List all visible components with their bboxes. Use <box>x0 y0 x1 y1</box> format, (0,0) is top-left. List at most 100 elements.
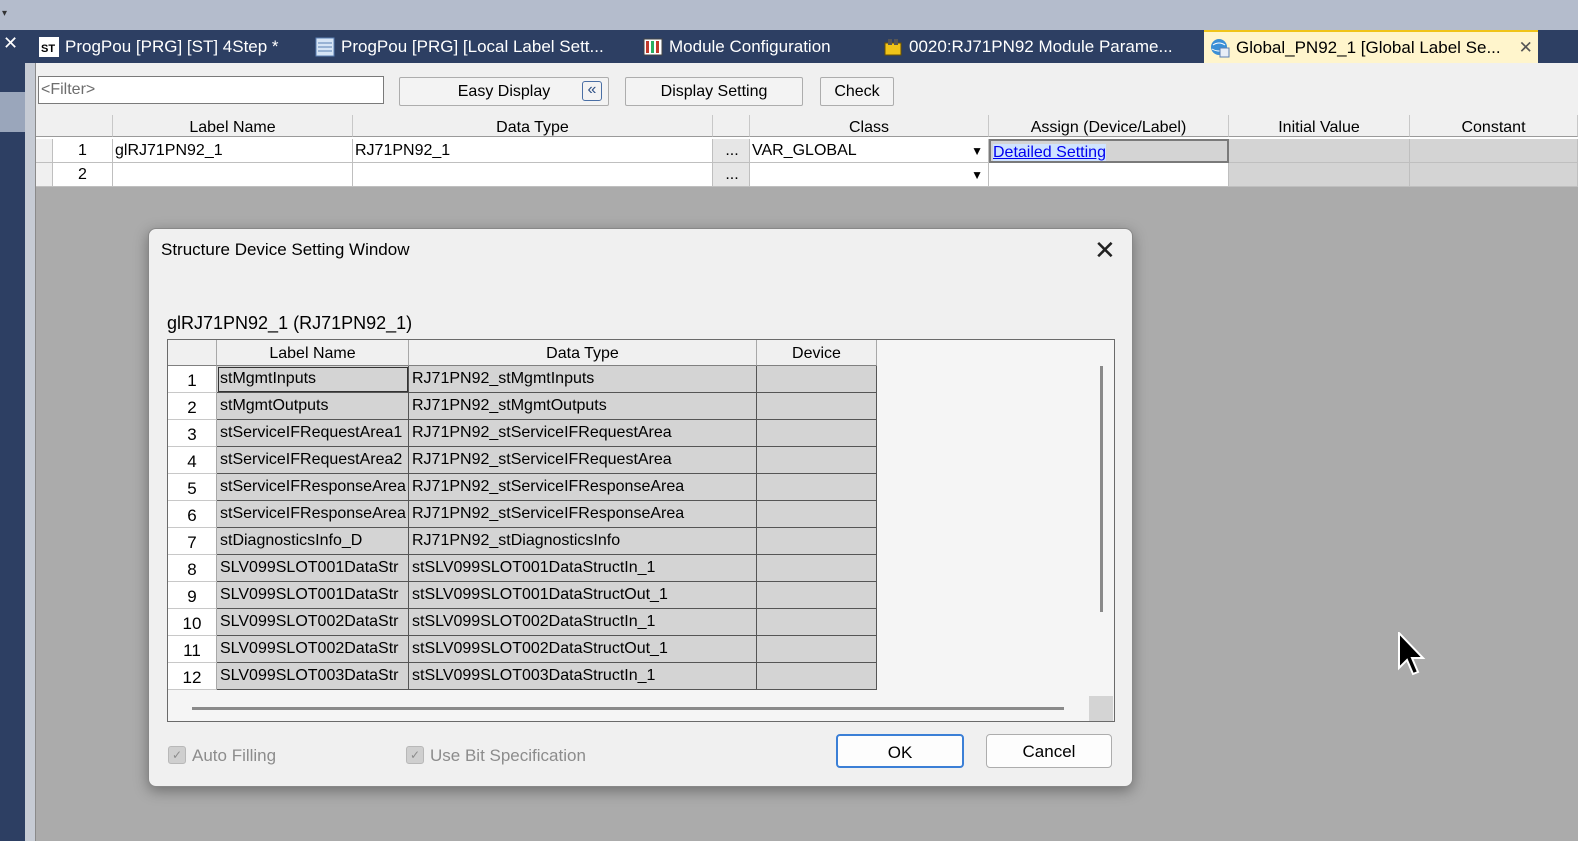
header-constant[interactable]: Constant <box>1410 115 1578 137</box>
header-data-type[interactable]: Data Type <box>353 115 713 137</box>
dropdown-arrow-icon[interactable]: ▾ <box>2 8 16 28</box>
cell-label-name[interactable]: stServiceIFRequestArea1 <box>217 420 409 447</box>
cell-label-name[interactable]: SLV099SLOT002DataStr <box>217 636 409 663</box>
cell-device[interactable] <box>757 501 877 528</box>
cell-data-type[interactable]: stSLV099SLOT001DataStructIn_1 <box>409 555 757 582</box>
tab-global-label[interactable]: Global_PN92_1 [Global Label Se... ✕ <box>1204 30 1538 63</box>
easy-display-button[interactable]: Easy Display « <box>399 77 609 106</box>
mouse-cursor-icon <box>1398 632 1426 676</box>
cancel-button[interactable]: Cancel <box>986 734 1112 768</box>
tab-module-parameter[interactable]: 0020:RJ71PN92 Module Parame... <box>883 30 1173 63</box>
dropdown-arrow-icon[interactable]: ▼ <box>971 139 983 162</box>
browse-button[interactable]: ... <box>713 163 750 187</box>
cell-data-type[interactable]: RJ71PN92_stServiceIFRequestArea <box>409 447 757 474</box>
tab-label: ProgPou [PRG] [Local Label Sett... <box>341 37 604 56</box>
cell-assign[interactable] <box>989 163 1229 187</box>
cell-device[interactable] <box>757 393 877 420</box>
cell-label-name[interactable]: stServiceIFResponseArea <box>217 501 409 528</box>
tab-label: 0020:RJ71PN92 Module Parame... <box>909 37 1173 56</box>
cell-constant[interactable] <box>1410 163 1578 187</box>
cell-data-type[interactable]: RJ71PN92_stServiceIFResponseArea <box>409 474 757 501</box>
cell-label-name[interactable]: stMgmtOutputs <box>217 393 409 420</box>
cell-device[interactable] <box>757 474 877 501</box>
class-value: VAR_GLOBAL <box>752 142 857 159</box>
cell-data-type[interactable]: RJ71PN92_1 <box>353 139 713 163</box>
cell-data-type[interactable] <box>353 163 713 187</box>
close-icon[interactable]: ✕ <box>1094 237 1116 263</box>
header-data-type[interactable]: Data Type <box>409 340 757 366</box>
row-handle[interactable] <box>36 139 53 163</box>
tab-label: ProgPou [PRG] [ST] 4Step * <box>65 37 279 56</box>
row-number: 1 <box>168 366 217 393</box>
cell-device[interactable] <box>757 555 877 582</box>
horizontal-scrollbar[interactable] <box>168 696 1089 721</box>
cell-assign[interactable]: Detailed Setting <box>989 139 1229 163</box>
header-label-name[interactable]: Label Name <box>217 340 409 366</box>
display-setting-button[interactable]: Display Setting <box>625 77 803 106</box>
cell-data-type[interactable]: RJ71PN92_stServiceIFResponseArea <box>409 501 757 528</box>
cell-label-name[interactable] <box>113 163 353 187</box>
cell-device[interactable] <box>757 366 877 393</box>
ok-button[interactable]: OK <box>836 734 964 768</box>
tab-close-icon[interactable]: ✕ <box>1519 32 1533 63</box>
cell-data-type[interactable]: RJ71PN92_stDiagnosticsInfo <box>409 528 757 555</box>
cell-label-name[interactable]: stMgmtInputs <box>217 366 409 393</box>
browse-button[interactable]: ... <box>713 139 750 163</box>
row-number: 1 <box>53 139 113 163</box>
cell-label-name[interactable]: SLV099SLOT001DataStr <box>217 582 409 609</box>
cell-device[interactable] <box>757 447 877 474</box>
cell-device[interactable] <box>757 528 877 555</box>
dialog-subtitle: glRJ71PN92_1 (RJ71PN92_1) <box>167 313 413 333</box>
detailed-setting-link[interactable]: Detailed Setting <box>993 144 1106 161</box>
cell-label-name[interactable]: stServiceIFRequestArea2 <box>217 447 409 474</box>
cell-label-name[interactable]: SLV099SLOT003DataStr <box>217 663 409 690</box>
module-parameter-icon <box>884 38 902 56</box>
cell-label-name[interactable]: SLV099SLOT001DataStr <box>217 555 409 582</box>
tab-progpou-local-label[interactable]: ProgPou [PRG] [Local Label Sett... <box>315 30 604 63</box>
cell-data-type[interactable]: RJ71PN92_stServiceIFRequestArea <box>409 420 757 447</box>
title-strip: ▾ <box>0 0 1578 30</box>
row-number: 3 <box>168 420 217 447</box>
cell-initial-value[interactable] <box>1229 163 1410 187</box>
cell-initial-value[interactable] <box>1229 139 1410 163</box>
filter-input[interactable]: <Filter> <box>38 76 384 104</box>
cell-label-name[interactable]: stDiagnosticsInfo_D <box>217 528 409 555</box>
collapse-icon[interactable]: « <box>582 81 602 101</box>
vertical-scrollbar[interactable] <box>1089 340 1113 721</box>
header-assign[interactable]: Assign (Device/Label) <box>989 115 1229 137</box>
cell-device[interactable] <box>757 582 877 609</box>
cell-class[interactable]: ▼ <box>750 163 989 187</box>
cell-device[interactable] <box>757 636 877 663</box>
dock-selection[interactable] <box>0 92 25 132</box>
cell-constant[interactable] <box>1410 139 1578 163</box>
header-initial-value[interactable]: Initial Value <box>1229 115 1410 137</box>
dropdown-arrow-icon[interactable]: ▼ <box>971 163 983 186</box>
header-label-name[interactable]: Label Name <box>113 115 353 137</box>
cell-data-type[interactable]: stSLV099SLOT002DataStructOut_1 <box>409 636 757 663</box>
cell-data-type[interactable]: RJ71PN92_stMgmtOutputs <box>409 393 757 420</box>
close-icon[interactable]: ✕ <box>3 34 18 52</box>
cell-label-name[interactable]: SLV099SLOT002DataStr <box>217 609 409 636</box>
tab-bar: ST ProgPou [PRG] [ST] 4Step * ProgPou [PR… <box>25 30 1578 63</box>
tab-progpou-st[interactable]: ST ProgPou [PRG] [ST] 4Step * <box>39 30 279 63</box>
scroll-thumb[interactable] <box>192 707 1064 710</box>
cell-label-name[interactable]: glRJ71PN92_1 <box>113 139 353 163</box>
cell-data-type[interactable]: RJ71PN92_stMgmtInputs <box>409 366 757 393</box>
header-device[interactable]: Device <box>757 340 877 366</box>
tab-module-configuration[interactable]: Module Configuration <box>643 30 831 63</box>
row-handle[interactable] <box>36 163 53 187</box>
header-class[interactable]: Class <box>750 115 989 137</box>
check-button[interactable]: Check <box>820 77 894 106</box>
cell-class[interactable]: VAR_GLOBAL ▼ <box>750 139 989 163</box>
cell-device[interactable] <box>757 609 877 636</box>
cell-label-name[interactable]: stServiceIFResponseArea <box>217 474 409 501</box>
cell-device[interactable] <box>757 663 877 690</box>
cell-data-type[interactable]: stSLV099SLOT003DataStructIn_1 <box>409 663 757 690</box>
scroll-thumb[interactable] <box>1100 366 1103 612</box>
cell-device[interactable] <box>757 420 877 447</box>
row-number: 5 <box>168 474 217 501</box>
use-bit-spec-checkbox[interactable]: ✓ Use Bit Specification <box>406 745 586 766</box>
auto-filling-checkbox[interactable]: ✓ Auto Filling <box>168 745 276 766</box>
cell-data-type[interactable]: stSLV099SLOT002DataStructIn_1 <box>409 609 757 636</box>
cell-data-type[interactable]: stSLV099SLOT001DataStructOut_1 <box>409 582 757 609</box>
